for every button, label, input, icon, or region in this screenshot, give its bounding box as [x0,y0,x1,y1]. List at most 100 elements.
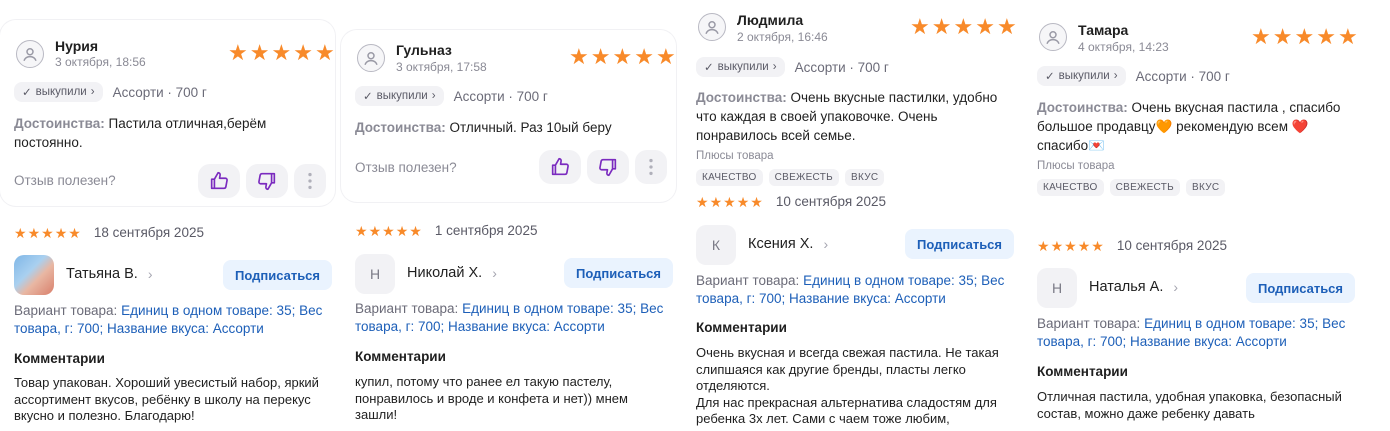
review-author[interactable]: Нурия [55,38,98,54]
comment-user[interactable]: Татьяна В. › [66,266,152,282]
user-circle-icon [698,13,726,41]
variant-short: Ассорти · 700 г [1135,68,1230,84]
comment-user[interactable]: Николай Х. › [407,265,497,281]
purchase-info: ✓ выкупили › Ассорти · 700 г [696,57,889,77]
comments-title: Комментарии [14,351,105,366]
subscribe-button[interactable]: Подписаться [223,260,333,290]
pros-tags-title: Плюсы товара [1037,160,1115,172]
review-rating: ★ ★ ★ ★ ★ [910,16,1017,38]
check-icon: ✓ [363,91,373,103]
star-icon: ★ [271,40,292,65]
star-icon: ★ [612,44,633,69]
chevron-right-icon: › [772,61,777,73]
tag-taste: ВКУС [1186,179,1226,196]
star-icon: ★ [975,14,995,39]
avatar[interactable] [14,255,54,295]
chevron-right-icon: › [147,266,153,282]
comments-title: Комментарии [1037,364,1128,379]
star-icon: ★ [249,40,270,65]
review-column-3: Людмила 2 октября, 16:46 ★ ★ ★ ★ ★ ✓ выкупили… [682,0,1023,431]
variant-short: Ассорти · 700 г [112,84,207,100]
pros-label: Достоинства: [355,120,446,135]
variant-info: Вариант товара: Единиц в одном товаре: 3… [1037,315,1352,351]
chevron-right-icon: › [492,265,497,281]
variant-short: Ассорти · 700 г [453,88,548,104]
star-icon: ★ [750,193,763,210]
bought-badge[interactable]: ✓ выкупили › [1037,66,1126,86]
variant-info: Вариант товара: Единиц в одном товаре: 3… [696,272,1011,308]
pros-tags: КАЧЕСТВО СВЕЖЕСТЬ ВКУС [696,169,885,186]
star-icon: ★ [1316,24,1336,49]
star-icon: ★ [1064,237,1077,254]
bought-badge[interactable]: ✓ выкупили › [355,86,444,106]
review-author[interactable]: Тамара [1078,22,1128,38]
comment-text: купил, потому что ранее ел такую пастелу… [355,374,628,422]
tag-freshness: СВЕЖЕСТЬ [768,169,840,186]
variant-label: Вариант товара: [355,301,459,316]
dislike-button[interactable] [587,150,629,184]
star-icon: ★ [314,40,335,65]
like-button[interactable] [198,164,240,198]
user-circle-icon [1039,23,1067,51]
check-icon: ✓ [704,62,714,74]
star-icon: ★ [54,224,68,241]
chevron-right-icon: › [823,236,829,252]
user-name-label: Татьяна В. [66,266,138,282]
avatar[interactable]: К [696,225,736,265]
tag-taste: ВКУС [845,169,885,186]
chevron-right-icon: › [1173,279,1179,295]
review-pros: Достоинства: Пастила отличная,берём пост… [14,114,304,152]
review-date: 3 октября, 17:58 [396,60,487,74]
review-date: 2 октября, 16:46 [737,30,828,44]
review-rating: ★ ★ ★ ★ ★ [1251,26,1358,48]
avatar[interactable]: Н [355,254,395,294]
variant-label: Вариант товара: [696,273,800,288]
review-column-4: Тамара 4 октября, 14:23 ★ ★ ★ ★ ★ ✓ выкупили ›… [1023,0,1364,431]
review-card: Гульназ 3 октября, 17:58 ★ ★ ★ ★ ★ ✓ выкупили… [341,30,676,202]
comment-user[interactable]: Наталья А. › [1089,279,1178,295]
bought-badge[interactable]: ✓ выкупили › [696,57,785,77]
star-icon: ★ [696,193,709,210]
review-date: 3 октября, 18:56 [55,55,146,69]
star-icon: ★ [736,193,750,210]
helpful-label: Отзыв полезен? [355,160,457,175]
review-author[interactable]: Гульназ [396,42,452,58]
review-author[interactable]: Людмила [737,12,803,28]
star-icon: ★ [634,44,654,69]
pros-label: Достоинства: [14,116,105,131]
subscribe-button[interactable]: Подписаться [1246,273,1356,303]
comment-date: 10 сентября 2025 [1116,238,1227,253]
avatar[interactable]: Н [1037,268,1077,308]
comment-user[interactable]: Ксения Х. › [748,236,828,252]
pros-text: Отличный. Раз 10ый беру [449,120,612,135]
review-pros: Достоинства: Очень вкусные пастилки, удо… [696,88,1011,145]
subscribe-button[interactable]: Подписаться [905,229,1015,259]
star-icon: ★ [14,224,27,241]
chevron-right-icon: › [90,86,95,98]
more-button[interactable] [635,150,667,184]
more-button[interactable] [294,164,326,198]
comment-date: 18 сентября 2025 [93,225,204,240]
variant-label: Вариант товара: [14,303,118,318]
comment-date: 1 сентября 2025 [434,223,538,238]
comment-rating: ★ ★ ★ ★ ★ 18 сентября 2025 [14,225,204,240]
like-button[interactable] [539,150,581,184]
purchase-info: ✓ выкупили › Ассорти · 700 г [14,82,207,102]
star-icon: ★ [355,222,368,239]
subscribe-button[interactable]: Подписаться [564,258,674,288]
star-icon: ★ [1037,237,1050,254]
star-icon: ★ [569,44,589,69]
comment-rating: ★ ★ ★ ★ ★ 1 сентября 2025 [355,223,537,238]
star-icon: ★ [723,193,736,210]
helpful-label: Отзыв полезен? [14,173,116,188]
star-icon: ★ [910,14,930,39]
bought-badge[interactable]: ✓ выкупили › [14,82,103,102]
review-rating: ★ ★ ★ ★ ★ [569,46,676,68]
dislike-button[interactable] [246,164,288,198]
thumb-down-icon [599,158,617,177]
thumb-down-icon [258,172,276,191]
star-icon: ★ [382,222,395,239]
more-vertical-icon [649,158,653,176]
star-icon: ★ [1337,24,1358,49]
star-icon: ★ [996,14,1017,39]
